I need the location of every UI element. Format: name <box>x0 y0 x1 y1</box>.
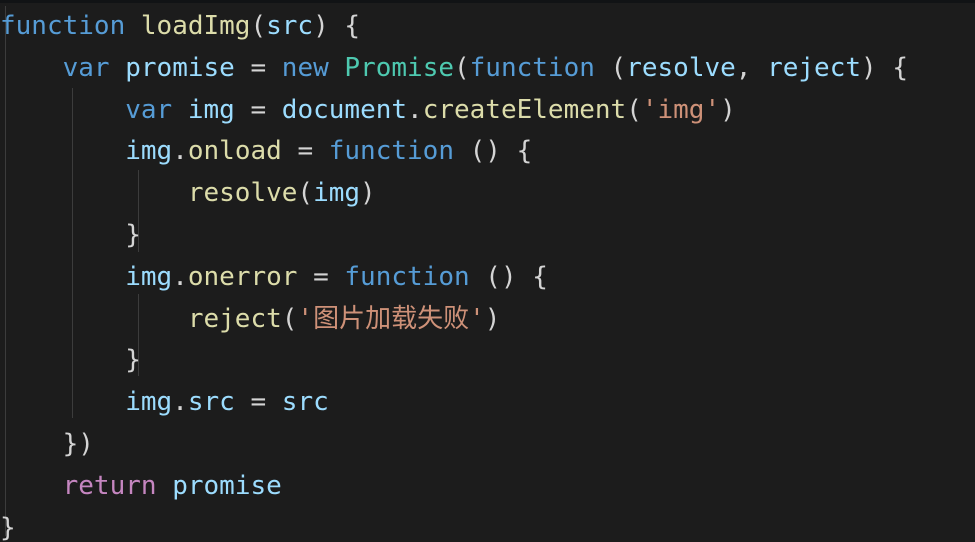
code-editor-viewport[interactable]: function loadImg(src) { var promise = ne… <box>0 0 975 542</box>
code-line-8[interactable]: reject('图片加载失败') <box>0 299 975 341</box>
code-line-11[interactable]: }) <box>0 424 975 466</box>
code-line-1[interactable]: function loadImg(src) { <box>0 6 975 48</box>
token-keyword: function <box>0 11 126 41</box>
token-variable: src <box>187 387 235 418</box>
token-keyword: function <box>469 52 595 83</box>
token-variable: reject <box>767 52 862 83</box>
token-punctuation: ( <box>454 52 470 83</box>
token-function_name: resolve <box>187 178 298 209</box>
token-string: 'img' <box>641 94 721 125</box>
token-punctuation: } <box>125 219 141 250</box>
token-variable: resolve <box>626 52 736 83</box>
code-line-13[interactable]: } <box>0 508 975 542</box>
token-punctuation: = <box>297 136 314 167</box>
token-function_name: loadImg <box>140 11 251 41</box>
code-line-5[interactable]: resolve(img) <box>0 173 975 215</box>
token-class_name: Promise <box>344 52 454 83</box>
token-punctuation: ( <box>594 52 627 83</box>
token-punctuation: ( <box>281 303 298 334</box>
token-punctuation: } <box>0 512 16 542</box>
token-variable: img <box>313 178 361 209</box>
token-variable: promise <box>172 470 282 501</box>
token-punctuation: . <box>172 136 188 167</box>
token-punctuation: = <box>250 94 267 125</box>
token-punctuation: = <box>250 52 267 83</box>
token-punctuation: . <box>172 261 188 292</box>
token-control_keyword: return <box>62 470 157 501</box>
token-keyword: var <box>125 94 173 125</box>
code-content[interactable]: function loadImg(src) { var promise = ne… <box>0 6 975 542</box>
token-keyword: function <box>328 136 454 167</box>
token-punctuation: } <box>125 345 141 376</box>
token-function_name: onload <box>187 136 282 167</box>
token-punctuation: ( <box>626 94 642 125</box>
token-variable: promise <box>125 52 235 83</box>
code-line-2[interactable]: var promise = new Promise(function (reso… <box>0 48 975 90</box>
token-variable: img <box>187 94 235 125</box>
token-punctuation: . <box>407 94 423 125</box>
token-variable: src <box>281 387 329 418</box>
token-punctuation: () { <box>469 261 548 292</box>
token-punctuation: ) <box>360 178 376 209</box>
token-function_name: onerror <box>187 261 298 292</box>
token-function_name: createElement <box>422 94 627 125</box>
token-variable: document <box>281 94 408 125</box>
token-variable: img <box>125 387 173 418</box>
token-punctuation: ) { <box>861 52 908 83</box>
token-punctuation: . <box>172 387 188 418</box>
token-punctuation: , <box>735 52 768 83</box>
token-punctuation: ) { <box>313 11 361 41</box>
token-punctuation: }) <box>62 428 94 459</box>
token-string: '图片加载失败' <box>297 303 485 334</box>
token-function_name: reject <box>187 303 282 334</box>
token-keyword: var <box>62 52 110 83</box>
code-line-12[interactable]: return promise <box>0 466 975 508</box>
token-punctuation: ) <box>484 303 501 334</box>
code-line-6[interactable]: } <box>0 215 975 257</box>
token-variable: img <box>125 261 173 292</box>
token-keyword: function <box>344 261 470 292</box>
token-punctuation: ) <box>720 94 736 125</box>
code-line-10[interactable]: img.src = src <box>0 382 975 424</box>
token-variable: src <box>266 11 314 41</box>
editor-top-border <box>0 0 975 3</box>
token-punctuation: () { <box>453 136 533 167</box>
token-punctuation: = <box>313 261 329 292</box>
code-line-7[interactable]: img.onerror = function () { <box>0 257 975 299</box>
code-line-4[interactable]: img.onload = function () { <box>0 131 975 173</box>
token-keyword: new <box>281 52 329 83</box>
token-punctuation: ( <box>250 11 267 41</box>
token-variable: img <box>125 136 173 167</box>
code-line-3[interactable]: var img = document.createElement('img') <box>0 90 975 132</box>
token-punctuation: ( <box>297 178 314 209</box>
token-punctuation: = <box>250 387 267 418</box>
code-line-9[interactable]: } <box>0 340 975 382</box>
